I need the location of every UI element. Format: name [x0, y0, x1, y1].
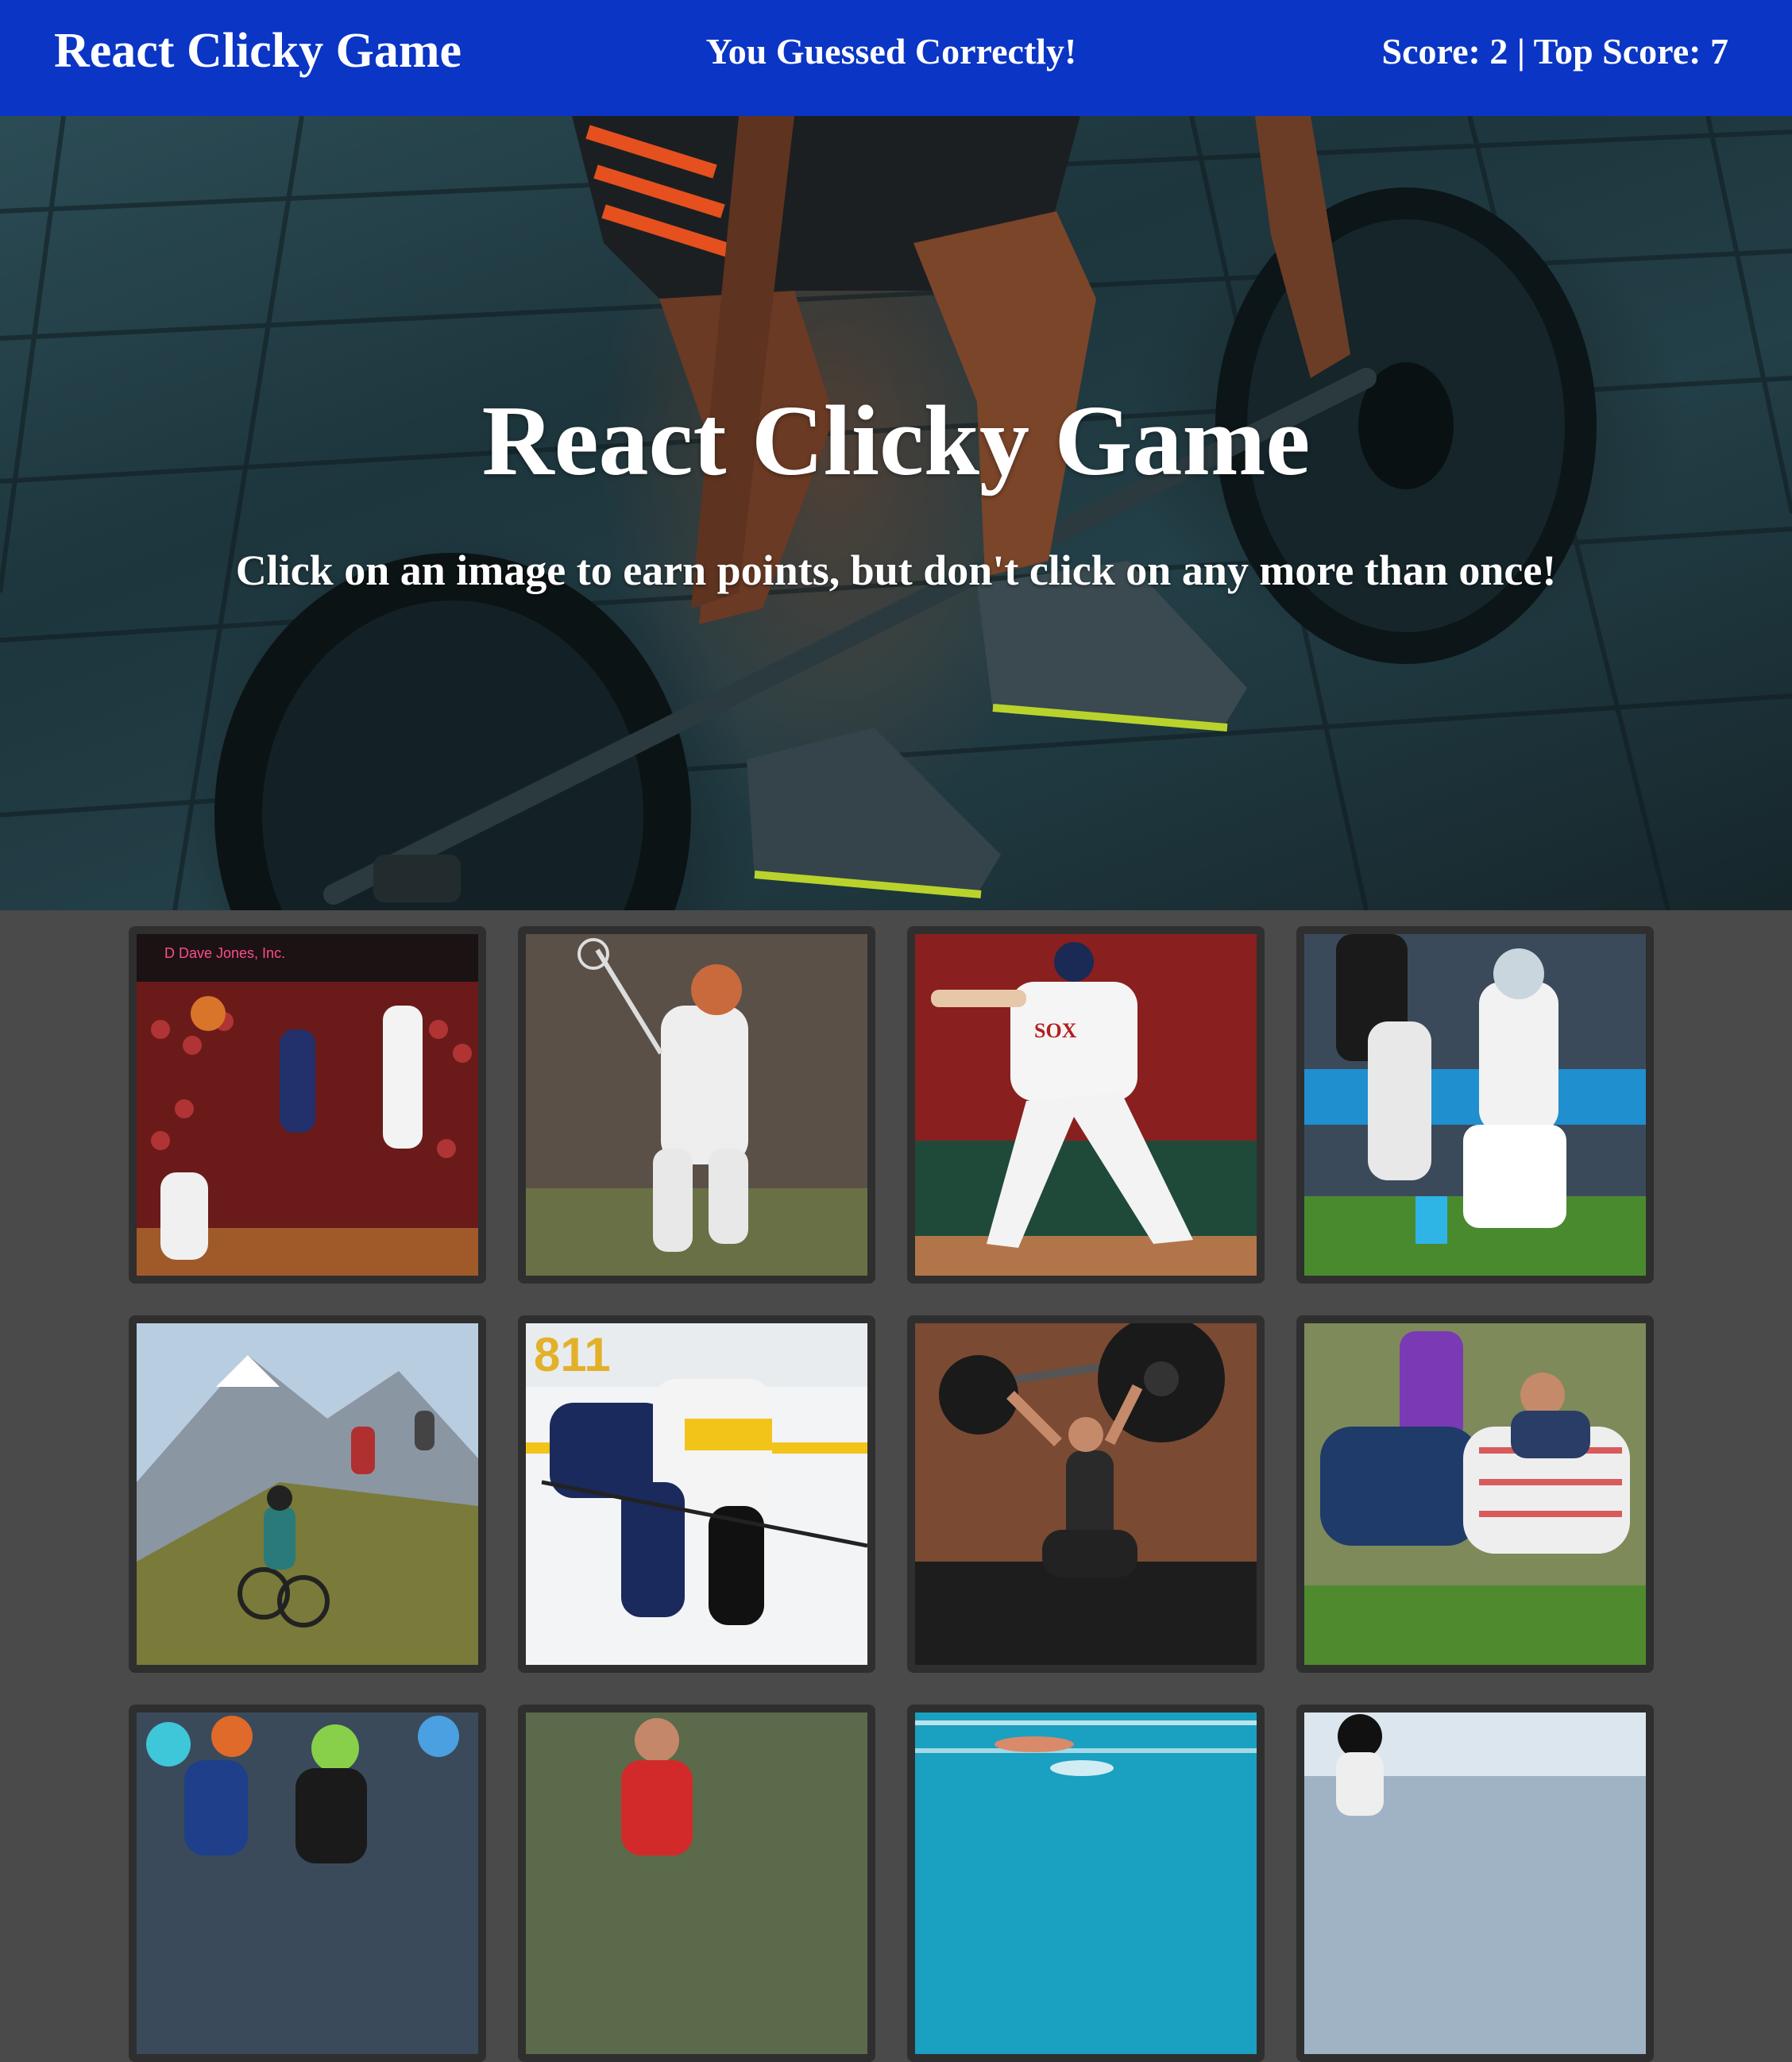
weightlifting-hero-image [0, 116, 1792, 910]
card-lacrosse[interactable] [518, 926, 875, 1284]
navbar: React Clicky Game You Guessed Correctly!… [0, 0, 1792, 116]
card-weightlifting[interactable] [907, 1315, 1265, 1673]
hero-subtitle: Click on an image to earn points, but do… [235, 546, 1557, 594]
card-soccer[interactable] [518, 1705, 875, 2062]
svg-text:SOX: SOX [1034, 1019, 1077, 1042]
card-hockey[interactable]: 811 [518, 1315, 875, 1673]
card-baseball[interactable]: SOX [907, 926, 1265, 1284]
card-football[interactable] [1296, 926, 1654, 1284]
card-rugby[interactable] [1296, 1315, 1654, 1673]
hero-title: React Clicky Game [481, 386, 1311, 496]
soccer-photo-icon[interactable] [526, 1713, 867, 2054]
svg-text:811: 811 [534, 1328, 611, 1381]
swimming-photo-icon[interactable] [915, 1713, 1257, 2054]
card-swimming[interactable] [907, 1705, 1265, 2062]
score-display: Score: 2 | Top Score: 7 [1381, 31, 1728, 71]
card-cycling[interactable] [129, 1705, 486, 2062]
cycling-photo-icon[interactable] [137, 1713, 478, 2054]
hero-banner: React Clicky Game Click on an image to e… [0, 116, 1792, 910]
rugby-photo-icon[interactable] [1304, 1323, 1646, 1665]
baseball-photo-icon[interactable]: SOX [915, 934, 1257, 1276]
weightlifting-photo-icon[interactable] [915, 1323, 1257, 1665]
skiing-photo-icon[interactable] [1304, 1713, 1646, 2054]
lacrosse-photo-icon[interactable] [526, 934, 867, 1276]
card-mountain-biking[interactable] [129, 1315, 486, 1673]
card-basketball[interactable]: D Dave Jones, Inc. [129, 926, 486, 1284]
hockey-photo-icon[interactable]: 811 [526, 1323, 867, 1665]
svg-text:D Dave Jones, Inc.: D Dave Jones, Inc. [164, 945, 285, 961]
mountain-biking-photo-icon[interactable] [137, 1323, 478, 1665]
football-photo-icon[interactable] [1304, 934, 1646, 1276]
basketball-photo-icon[interactable]: D Dave Jones, Inc. [137, 934, 478, 1276]
card-skiing[interactable] [1296, 1705, 1654, 2062]
